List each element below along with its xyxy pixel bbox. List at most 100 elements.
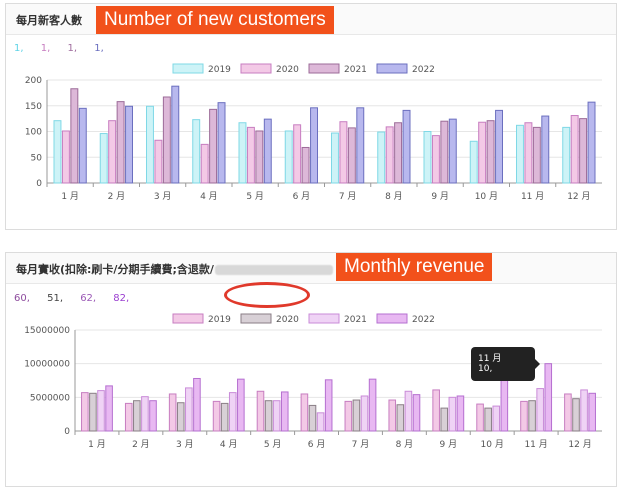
bar-2020-1 — [89, 392, 97, 432]
bar-2022-12 — [587, 101, 596, 184]
bar-2020-10 — [478, 121, 487, 184]
bar-2021-8 — [394, 122, 403, 184]
x-tick-label: 10 月 — [475, 191, 498, 202]
x-tick-label: 12 月 — [568, 439, 591, 450]
legend-label-2022: 2022 — [412, 65, 435, 75]
bar-2021-10 — [486, 120, 495, 184]
x-tick-label: 3 月 — [154, 191, 172, 202]
legend-label-2021: 2021 — [344, 65, 367, 75]
bar-2020-7 — [339, 121, 348, 184]
bar-2020-3 — [176, 402, 185, 432]
bar-tooltip: 11 月 10, — [471, 347, 540, 381]
bar-2021-6 — [301, 146, 310, 184]
legend-swatch-2021 — [308, 63, 340, 74]
bar-2019-3 — [168, 393, 177, 432]
bar-2019-11 — [516, 124, 524, 184]
y-tick-label: 100 — [25, 128, 42, 138]
bar-2020-8 — [385, 126, 394, 184]
bar-2021-6 — [316, 412, 325, 432]
bar-2019-6 — [300, 393, 309, 432]
x-tick-label: 5 月 — [246, 191, 264, 202]
bar-2019-3 — [146, 105, 154, 184]
bar-2019-9 — [423, 131, 432, 184]
bar-2021-7 — [360, 395, 369, 432]
x-tick-label: 6 月 — [293, 191, 311, 202]
bar-2020-4 — [200, 143, 209, 184]
bar-2022-6 — [324, 379, 333, 432]
legend-swatch-2020 — [240, 313, 272, 324]
bar-2019-12 — [564, 393, 572, 432]
x-tick-label: 7 月 — [352, 439, 370, 450]
x-tick-label: 11 月 — [521, 191, 544, 202]
bar-2019-8 — [377, 131, 386, 184]
bar-2019-4 — [192, 119, 201, 184]
bar-2020-1 — [61, 130, 70, 184]
bar-2021-8 — [404, 390, 413, 432]
bar-2020-7 — [352, 399, 361, 432]
legend-swatch-2022 — [376, 313, 408, 324]
x-tick-label: 1 月 — [61, 191, 79, 202]
bar-2022-12 — [588, 392, 596, 432]
bar-2019-10 — [476, 403, 484, 432]
bar-2021-11 — [532, 126, 541, 184]
bar-2022-9 — [448, 118, 457, 184]
bar-2020-5 — [246, 126, 255, 184]
bar-2019-12 — [562, 126, 571, 184]
x-tick-label: 9 月 — [439, 439, 457, 450]
legend-swatch-2019 — [172, 63, 204, 74]
bar-2022-8 — [402, 109, 411, 184]
bar-2020-9 — [431, 135, 440, 184]
bar-2021-9 — [440, 120, 449, 184]
x-tick-label: 7 月 — [339, 191, 357, 202]
bar-2022-10 — [495, 109, 503, 184]
bar-2019-7 — [331, 132, 339, 184]
bar-2022-4 — [237, 378, 245, 432]
bar-2020-10 — [484, 407, 492, 432]
bar-2021-2 — [141, 396, 149, 432]
legend-label-2020: 2020 — [276, 315, 299, 325]
legend-label-2022: 2022 — [412, 315, 435, 325]
bar-2019-2 — [124, 402, 133, 432]
bar-2020-5 — [264, 400, 273, 432]
bar-2021-4 — [209, 108, 218, 184]
bar-2021-10 — [492, 405, 501, 432]
bar-2022-9 — [456, 395, 465, 432]
bar-2020-2 — [108, 120, 117, 184]
y-tick-label: 5000000 — [30, 393, 70, 403]
bar-2019-7 — [344, 400, 353, 432]
bar-2019-1 — [53, 120, 62, 184]
bar-2021-7 — [347, 127, 356, 184]
legend-label-2021: 2021 — [344, 315, 367, 325]
x-tick-label: 2 月 — [132, 439, 150, 450]
x-tick-label: 4 月 — [200, 191, 218, 202]
bar-2022-5 — [280, 391, 289, 432]
bar-2020-6 — [293, 124, 302, 184]
bar-2021-12 — [580, 389, 588, 432]
bar-2022-2 — [149, 400, 157, 432]
bar-2020-2 — [133, 400, 141, 432]
legend-swatch-2020 — [240, 63, 272, 74]
legend-label-2019: 2019 — [208, 315, 231, 325]
bar-2021-4 — [228, 392, 237, 432]
bar-2020-4 — [220, 402, 229, 432]
y-tick-label: 10000000 — [24, 360, 70, 370]
bar-2022-10 — [500, 375, 509, 432]
bar-2022-2 — [125, 105, 133, 184]
bar-2022-8 — [412, 394, 421, 432]
bar-2022-3 — [193, 377, 201, 432]
bar-2020-11 — [528, 400, 536, 432]
x-tick-label: 11 月 — [524, 439, 547, 450]
y-tick-label: 0 — [64, 427, 70, 437]
bar-2019-10 — [469, 140, 478, 184]
bar-2020-11 — [524, 122, 533, 184]
bar-2019-5 — [256, 390, 265, 432]
bar-2022-7 — [356, 107, 365, 184]
charts-canvas: 2019 2020 2021 2022 0 50 100 150 200 1 月 2 月 3 月 4 月… — [24, 63, 602, 450]
bar-2019-8 — [388, 399, 397, 432]
bar-2021-12 — [579, 118, 588, 184]
tooltip-value: 10, — [478, 364, 493, 374]
bar-2021-3 — [185, 387, 193, 432]
y-tick-label: 0 — [36, 179, 42, 189]
y-tick-label: 200 — [25, 76, 42, 86]
bar-2021-11 — [536, 388, 544, 432]
